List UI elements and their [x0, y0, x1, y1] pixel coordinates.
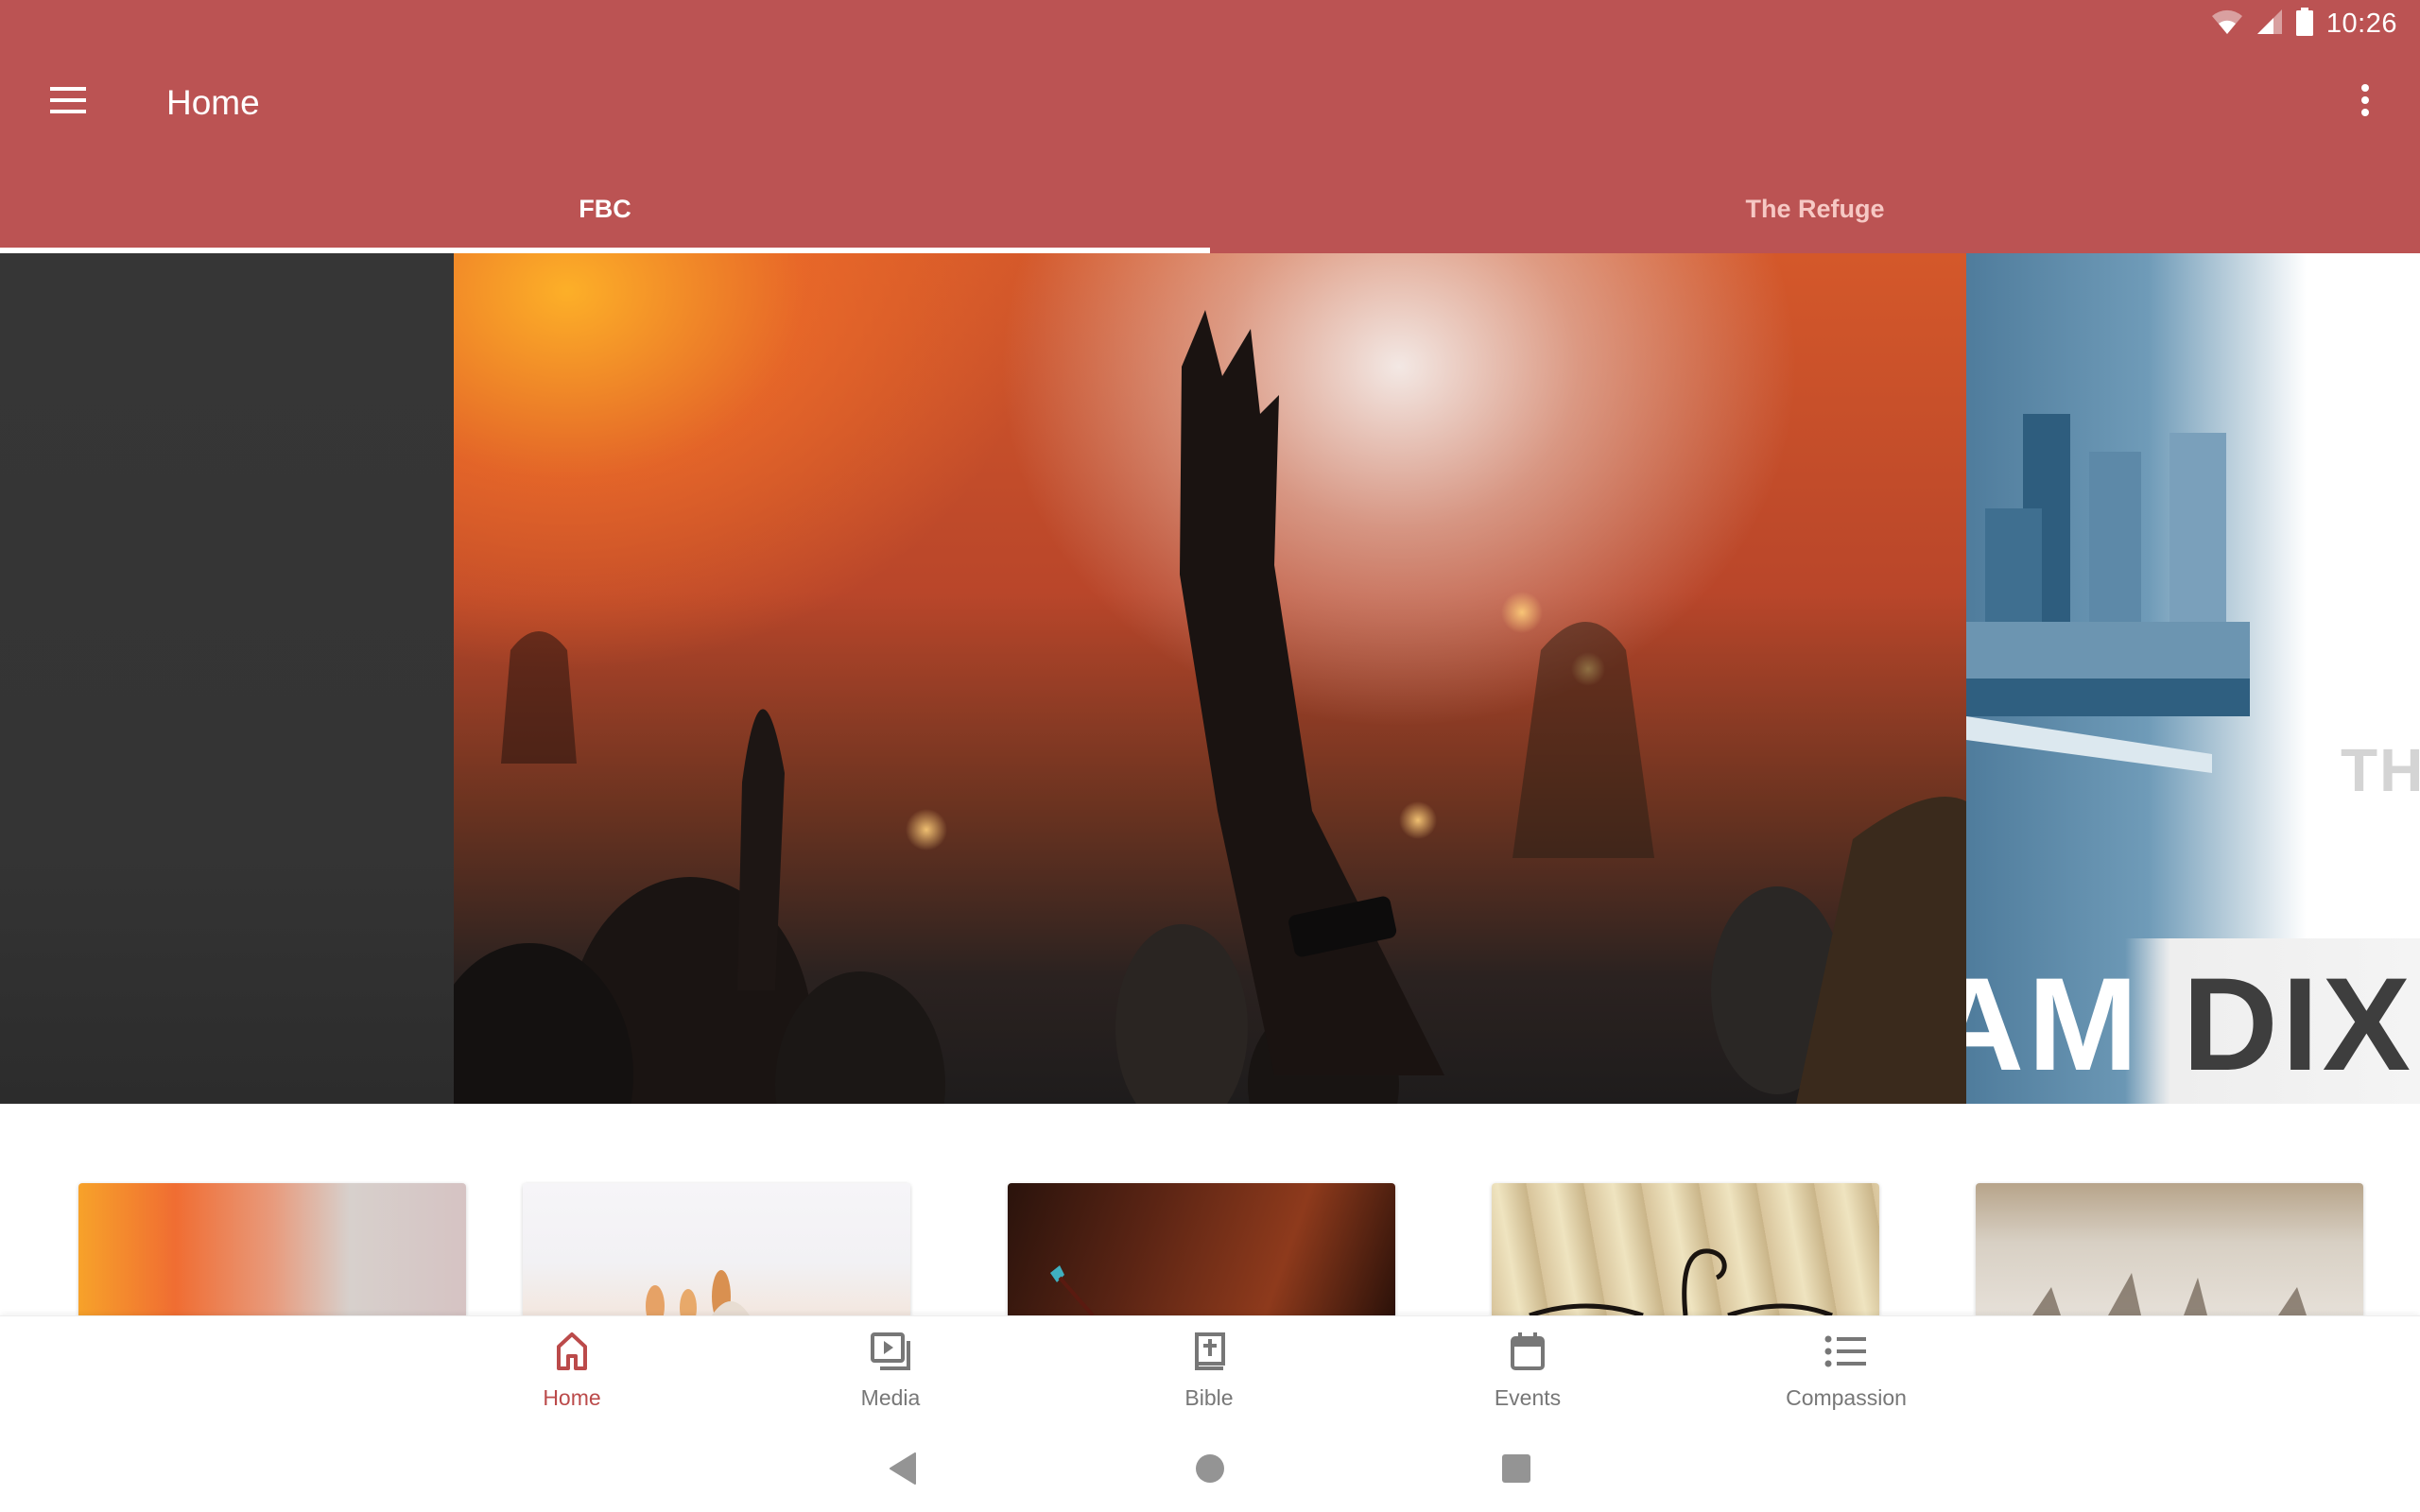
tab-bar: FBC The Refuge: [0, 164, 2420, 253]
guitar-image: [1050, 1265, 1095, 1315]
slide-subtitle-text: TH: [2341, 736, 2420, 804]
nav-label: Media: [860, 1385, 921, 1410]
screen: 10:26 Home FBC The Refuge TH AM DIX Home…: [0, 0, 2420, 1512]
hands-image: [646, 1270, 750, 1315]
home-circle-icon: [1195, 1453, 1225, 1488]
banner-carousel[interactable]: TH AM DIXI: [0, 253, 2420, 1104]
tab-fbc[interactable]: FBC: [0, 164, 1210, 253]
nav-item-home[interactable]: Home: [449, 1316, 695, 1428]
home-icon: [553, 1332, 591, 1376]
status-icons: 10:26: [2211, 6, 2397, 42]
status-time: 10:26: [2325, 8, 2397, 39]
system-recents-button[interactable]: [1494, 1448, 1539, 1493]
status-bar: 10:26: [0, 0, 2420, 47]
calendar-icon: [1510, 1332, 1546, 1376]
nav-label: Events: [1494, 1385, 1562, 1410]
nav-label: Home: [543, 1385, 601, 1410]
bottom-navigation: Home Media Bible Events Compassion: [0, 1315, 2420, 1427]
nav-item-media[interactable]: Media: [768, 1316, 1013, 1428]
back-triangle-icon: [889, 1452, 917, 1489]
canvas-texture-image: [2032, 1273, 2307, 1315]
content-card[interactable]: [78, 1183, 466, 1315]
slide-title-part-2: DIXI: [2182, 950, 2420, 1098]
nav-label: Compassion: [1786, 1385, 1907, 1410]
app-header: 10:26 Home FBC The Refuge: [0, 0, 2420, 253]
content-card[interactable]: [523, 1183, 910, 1315]
tab-the-refuge[interactable]: The Refuge: [1210, 164, 2420, 253]
nav-item-events[interactable]: Events: [1405, 1316, 1651, 1428]
tab-label: The Refuge: [1745, 194, 1885, 223]
slide-title-text: AM DIXI: [1966, 948, 2420, 1101]
city-skyline-image: [1966, 414, 2250, 773]
nav-label: Bible: [1184, 1385, 1234, 1410]
sunburst-image: [1529, 1248, 1833, 1315]
carousel-slide-previous[interactable]: [0, 253, 454, 1104]
wifi-icon: [2211, 9, 2243, 40]
worship-crowd-image: [454, 310, 1966, 1104]
battery-icon: [2295, 7, 2313, 41]
list-icon: [1824, 1332, 1868, 1376]
nav-item-compassion[interactable]: Compassion: [1723, 1316, 1969, 1428]
slide-title-part-1: AM: [1966, 950, 2142, 1098]
system-navigation-bar: [0, 1427, 2420, 1512]
carousel-slide-current[interactable]: [454, 253, 1966, 1104]
content-card[interactable]: [1492, 1183, 1879, 1315]
content-card[interactable]: [1976, 1183, 2363, 1315]
overflow-menu-button[interactable]: [2335, 72, 2395, 132]
content-card[interactable]: [1008, 1183, 1395, 1315]
system-home-button[interactable]: [1187, 1448, 1233, 1493]
hamburger-menu-icon: [50, 86, 86, 118]
media-library-icon: [870, 1332, 911, 1376]
menu-button[interactable]: [38, 72, 98, 132]
bible-icon: [1192, 1332, 1226, 1376]
page-title: Home: [166, 83, 260, 122]
recents-square-icon: [1502, 1453, 1530, 1487]
cellular-signal-icon: [2256, 9, 2283, 40]
tab-label: FBC: [579, 194, 631, 223]
more-vert-icon: [2360, 83, 2370, 122]
system-back-button[interactable]: [880, 1448, 925, 1493]
app-bar: Home: [0, 47, 2420, 164]
nav-item-bible[interactable]: Bible: [1086, 1316, 1332, 1428]
content-cards-row: [0, 1183, 2420, 1315]
carousel-slide-next[interactable]: TH AM DIXI: [1966, 253, 2420, 1104]
